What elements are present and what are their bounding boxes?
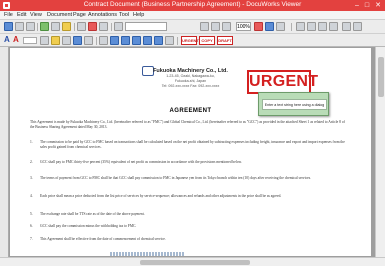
fit-width-icon[interactable] — [265, 22, 274, 31]
menu-help[interactable]: Help — [133, 12, 144, 18]
font-color-icon[interactable]: A — [13, 35, 19, 44]
next-page-icon[interactable] — [318, 22, 327, 31]
menu-page[interactable]: Page — [73, 12, 86, 18]
page-icon[interactable] — [51, 22, 60, 31]
document-title: AGREEMENT — [169, 108, 212, 114]
clause-text: Each price shall mean a price deducted f… — [40, 194, 282, 198]
toolbar-separator — [177, 37, 178, 45]
app-window: Contract Document (Business Partnership … — [0, 0, 385, 266]
dropdown-icon[interactable] — [99, 22, 108, 31]
settings-icon[interactable] — [114, 22, 123, 31]
sticky-note-icon[interactable] — [121, 36, 130, 45]
prev-page-icon[interactable] — [307, 22, 316, 31]
clause-text: GCC shall pay the commission minus the w… — [40, 224, 137, 228]
menu-tool[interactable]: Tool — [119, 12, 129, 18]
annotation-toolbar: A A URGENT COPY DRAFT — [0, 34, 385, 47]
stamp-draft-button[interactable]: DRAFT — [217, 36, 233, 45]
forward-icon[interactable] — [353, 22, 362, 31]
fit-page-icon[interactable] — [254, 22, 263, 31]
font-size-field[interactable] — [23, 37, 37, 44]
urgent-stamp-annotation[interactable]: URGENT — [247, 70, 318, 94]
zoom-in-icon[interactable] — [211, 22, 220, 31]
rotate-icon[interactable] — [276, 22, 285, 31]
toolbar-separator — [37, 23, 38, 31]
vertical-scrollbar[interactable] — [375, 47, 385, 257]
document-page[interactable]: Fukuoka Machinery Co., Ltd. 1-23-45, Oza… — [10, 48, 371, 256]
open-icon[interactable] — [4, 22, 13, 31]
clause-text: This Agreement shall be effective from t… — [40, 237, 166, 241]
line-icon[interactable] — [62, 36, 71, 45]
zoom-out-icon[interactable] — [200, 22, 209, 31]
clause-number: 2. — [30, 160, 33, 164]
date-stamp-icon[interactable] — [154, 36, 163, 45]
print-icon[interactable] — [26, 22, 35, 31]
title-bar: Contract Document (Business Partnership … — [0, 0, 385, 11]
pen-icon[interactable] — [40, 36, 49, 45]
first-page-icon[interactable] — [296, 22, 305, 31]
maximize-button[interactable]: □ — [362, 1, 372, 10]
link-icon[interactable] — [132, 36, 141, 45]
rectangle-icon[interactable] — [73, 36, 82, 45]
font-a-icon[interactable]: A — [4, 35, 10, 44]
left-panel-strip[interactable] — [0, 47, 9, 257]
menu-view[interactable]: View — [30, 12, 42, 18]
horizontal-scrollbar[interactable] — [0, 257, 385, 266]
stamp-urgent-button[interactable]: URGENT — [181, 36, 199, 45]
image-icon[interactable] — [143, 36, 152, 45]
highlighter-icon[interactable] — [51, 36, 60, 45]
zoom-percent-field[interactable]: 100% — [236, 22, 251, 31]
horizontal-scroll-thumb[interactable] — [140, 260, 250, 265]
toolbar-separator — [111, 23, 112, 31]
window-title: Contract Document (Business Partnership … — [83, 1, 302, 8]
back-icon[interactable] — [342, 22, 351, 31]
clause-number: 3. — [30, 176, 33, 180]
bind-icon[interactable] — [40, 22, 49, 31]
clause-text: The exchange rate shall be TTS rate as o… — [40, 212, 145, 216]
toolbar-separator — [96, 37, 97, 45]
folder-icon[interactable] — [62, 22, 71, 31]
ellipse-icon[interactable] — [84, 36, 93, 45]
clause-number: 1. — [30, 140, 33, 144]
menu-file[interactable]: File — [4, 12, 13, 18]
toolbar-separator — [74, 23, 75, 31]
minimize-button[interactable]: – — [352, 1, 362, 10]
stamp-copy-button[interactable]: COPY — [199, 36, 215, 45]
zoom-select[interactable] — [125, 22, 167, 31]
clause-number: 5. — [30, 212, 33, 216]
save-icon[interactable] — [15, 22, 24, 31]
clause-number: 7. — [30, 237, 33, 241]
last-page-icon[interactable] — [329, 22, 338, 31]
intro-paragraph: This Agreement is made by Fukuoka Machin… — [30, 120, 345, 129]
clause-text: GCC shall pay to FMC thirty-five percent… — [40, 160, 242, 164]
hand-icon[interactable] — [222, 22, 231, 31]
copy-icon[interactable] — [77, 22, 86, 31]
clause-number: 4. — [30, 194, 33, 198]
toolbar-separator — [291, 23, 292, 31]
page-footer-pattern — [110, 252, 185, 256]
clause-text: The terms of payment from GCC to FMC sha… — [40, 176, 312, 180]
menu-edit[interactable]: Edit — [17, 12, 26, 18]
menu-document[interactable]: Document — [47, 12, 72, 18]
clause-text: The commission to be paid by GCC to FMC … — [40, 140, 345, 149]
menu-annotations[interactable]: Annotations — [88, 12, 117, 18]
menu-bar: File Edit View Document Page Annotations… — [0, 11, 385, 20]
mail-icon[interactable] — [88, 22, 97, 31]
eraser-icon[interactable] — [165, 36, 174, 45]
vertical-scroll-thumb[interactable] — [378, 57, 384, 97]
select-icon[interactable] — [99, 36, 108, 45]
text-box-icon[interactable] — [110, 36, 119, 45]
close-button[interactable]: ✕ — [373, 1, 383, 10]
main-toolbar: 100% — [0, 20, 385, 34]
clause-number: 6. — [30, 224, 33, 228]
